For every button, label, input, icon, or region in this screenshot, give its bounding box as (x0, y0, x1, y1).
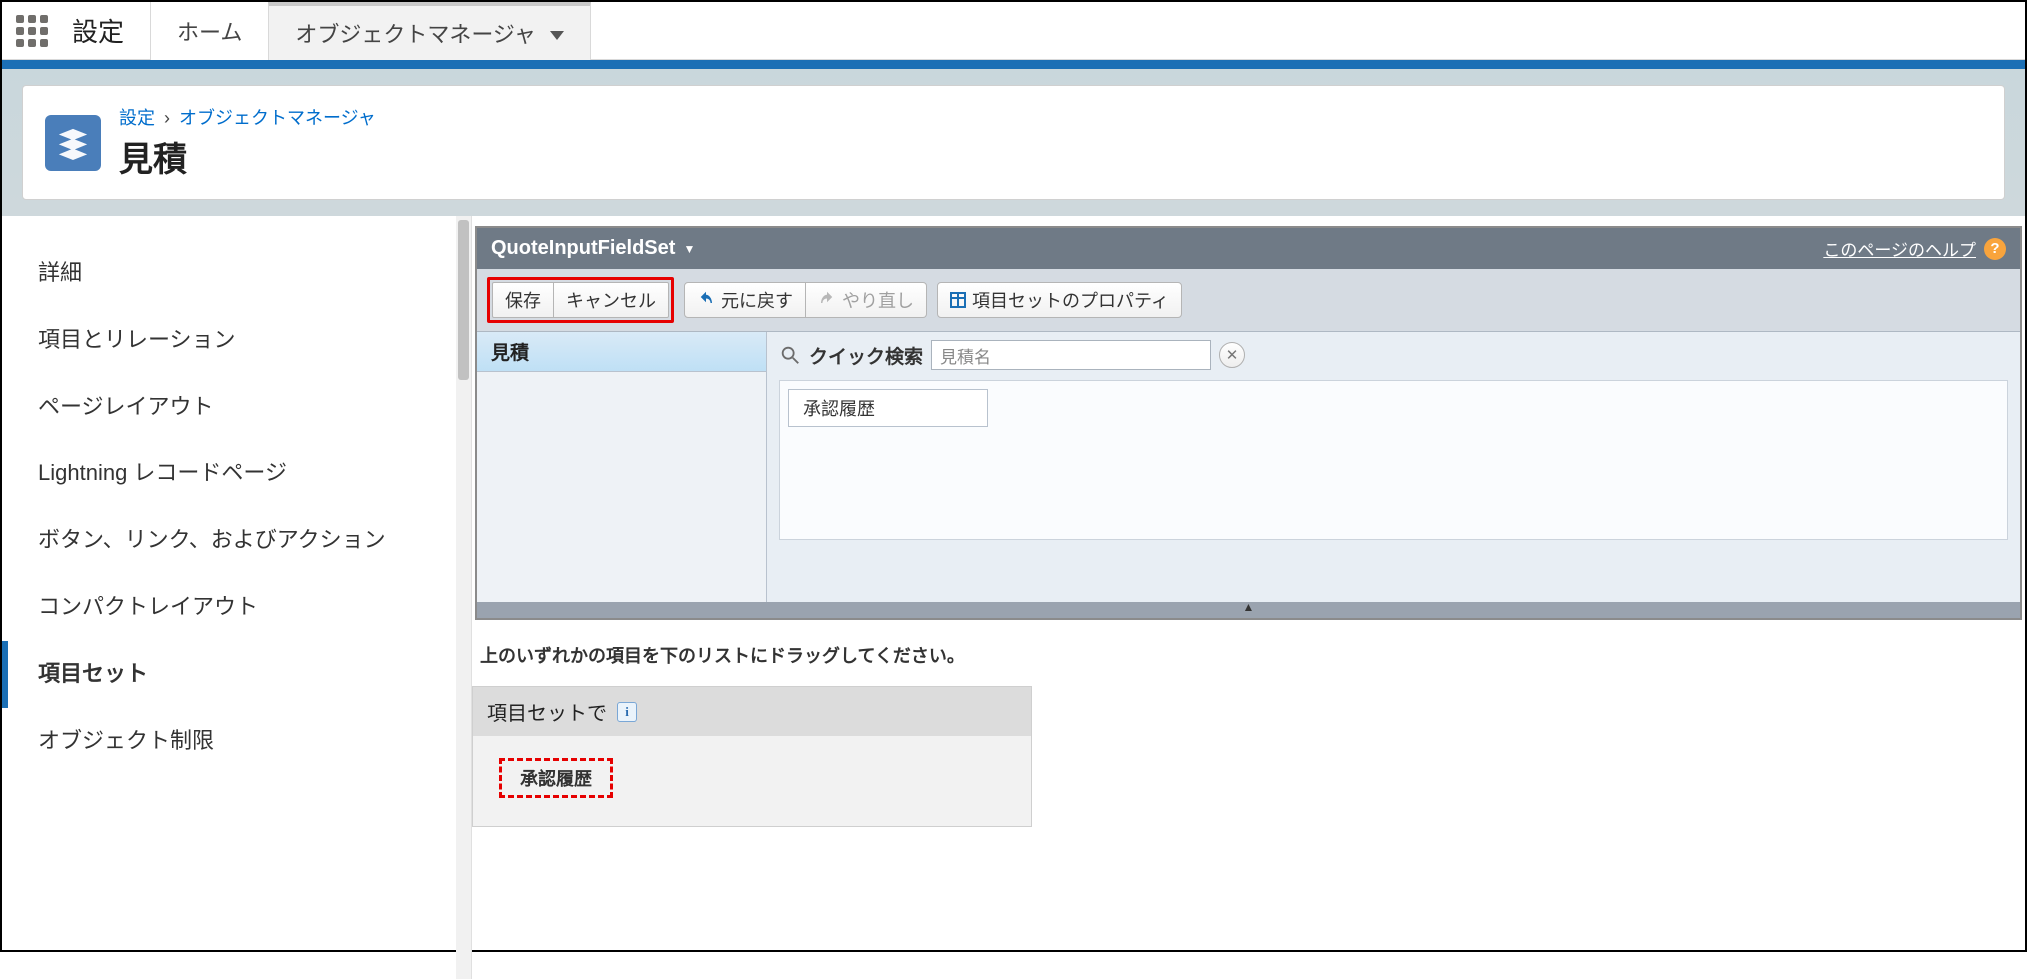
help-link[interactable]: このページのヘルプ (1823, 236, 1976, 261)
field-chip-label: 承認履歴 (803, 399, 875, 419)
placed-field-label: 承認履歴 (520, 769, 592, 789)
page-header: 設定 › オブジェクトマネージャ 見積 (22, 85, 2005, 200)
sidebar-item-label: コンパクトレイアウト (38, 594, 258, 619)
available-fields-area: 承認履歴 (779, 380, 2008, 540)
global-header: 設定 ホーム オブジェクトマネージャ (2, 2, 2025, 60)
triangle-down-icon[interactable]: ▼ (683, 242, 695, 256)
undo-icon (697, 291, 715, 309)
drag-instruction: 上のいずれかの項目を下のリストにドラッグしてください。 (472, 620, 2025, 686)
fieldset-properties-button[interactable]: 項目セットのプロパティ (937, 282, 1182, 318)
sidebar-item-field-sets[interactable]: 項目セット (2, 641, 471, 708)
page-title: 見積 (119, 132, 376, 181)
sidebar-item-object-limits[interactable]: オブジェクト制限 (2, 708, 471, 775)
dropzone-heading-row: 項目セットで i (473, 687, 1031, 736)
quick-find-input[interactable] (931, 340, 1211, 370)
header-accent-bar (2, 60, 2025, 69)
sidebar-item-label: 項目とリレーション (38, 327, 236, 352)
clear-search-button[interactable]: ✕ (1219, 342, 1245, 368)
page-header-wrap: 設定 › オブジェクトマネージャ 見積 (2, 69, 2025, 216)
quick-find-label: クイック検索 (809, 342, 923, 369)
redo-icon (818, 291, 836, 309)
chevron-down-icon[interactable] (550, 20, 564, 46)
object-stack-icon (45, 115, 101, 171)
sidebar-item-label: オブジェクト制限 (38, 728, 214, 753)
info-icon[interactable]: i (617, 702, 637, 722)
dropzone-body[interactable]: 承認履歴 (473, 736, 1031, 826)
cancel-button[interactable]: キャンセル (554, 282, 669, 318)
sidebar-item-buttons-links-actions[interactable]: ボタン、リンク、およびアクション (2, 507, 471, 574)
sidebar-item-label: ページレイアウト (38, 394, 214, 419)
app-launcher-icon[interactable] (2, 2, 62, 60)
sidebar-item-fields[interactable]: 項目とリレーション (2, 307, 471, 374)
field-palette: QuoteInputFieldSet ▼ このページのヘルプ ? 保存 キャンセ… (475, 226, 2022, 620)
sidebar-item-lightning-pages[interactable]: Lightning レコードページ (2, 440, 471, 507)
breadcrumb-section[interactable]: オブジェクトマネージャ (179, 108, 376, 128)
palette-toolbar: 保存 キャンセル 元に戻す やり直し (477, 269, 2020, 332)
props-label: 項目セットのプロパティ (972, 287, 1169, 313)
breadcrumb-root[interactable]: 設定 (119, 108, 155, 128)
sidebar-scrollbar[interactable] (456, 216, 471, 979)
sidebar-item-label: 詳細 (38, 260, 82, 285)
sidebar-item-label: Lightning レコードページ (38, 460, 287, 485)
breadcrumb-sep: › (160, 108, 174, 128)
breadcrumb: 設定 › オブジェクトマネージャ (119, 104, 376, 130)
category-item[interactable]: 見積 (477, 332, 766, 372)
sidebar-item-label: ボタン、リンク、およびアクション (38, 527, 386, 552)
cancel-label: キャンセル (566, 287, 656, 313)
redo-button[interactable]: やり直し (806, 282, 927, 318)
redo-label: やり直し (842, 287, 914, 313)
help-icon[interactable]: ? (1984, 238, 2006, 260)
save-button[interactable]: 保存 (492, 282, 554, 318)
search-icon (779, 344, 801, 366)
category-label: 見積 (491, 343, 529, 364)
undo-button[interactable]: 元に戻す (684, 282, 806, 318)
tab-home[interactable]: ホーム (150, 2, 268, 60)
object-sidebar: 詳細 項目とリレーション ページレイアウト Lightning レコードページ … (2, 216, 472, 979)
sidebar-item-label: 項目セット (38, 661, 148, 686)
app-title: 設定 (62, 12, 150, 49)
palette-title-bar: QuoteInputFieldSet ▼ このページのヘルプ ? (477, 228, 2020, 269)
tab-object-manager[interactable]: オブジェクトマネージャ (268, 2, 590, 60)
fieldset-name: QuoteInputFieldSet (491, 237, 675, 260)
placed-field[interactable]: 承認履歴 (499, 758, 613, 798)
tab-home-label: ホーム (177, 15, 242, 47)
dropzone-heading: 項目セットで (487, 697, 607, 726)
fieldset-dropzone: 項目セットで i 承認履歴 (472, 686, 1032, 827)
table-icon (950, 292, 966, 308)
field-chip[interactable]: 承認履歴 (788, 389, 988, 427)
save-label: 保存 (505, 287, 541, 313)
palette-collapse-handle[interactable] (477, 602, 2020, 618)
sidebar-item-compact-layouts[interactable]: コンパクトレイアウト (2, 574, 471, 641)
undo-label: 元に戻す (721, 287, 793, 313)
sidebar-item-details[interactable]: 詳細 (2, 240, 471, 307)
category-list: 見積 (477, 332, 767, 602)
save-highlight: 保存 キャンセル (487, 277, 674, 323)
main-content: QuoteInputFieldSet ▼ このページのヘルプ ? 保存 キャンセ… (472, 216, 2025, 979)
sidebar-item-page-layouts[interactable]: ページレイアウト (2, 374, 471, 441)
tab-object-manager-label: オブジェクトマネージャ (295, 17, 535, 49)
